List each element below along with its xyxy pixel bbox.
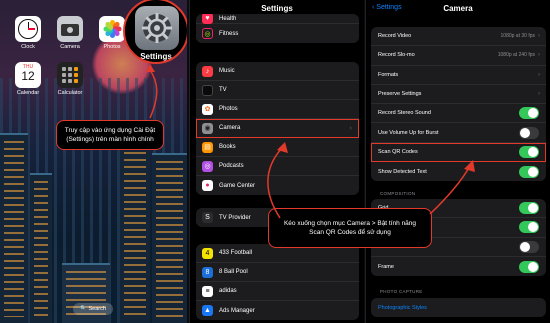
podcasts-icon: ◎ xyxy=(202,160,213,172)
photo-capture-group: Photographic Styles xyxy=(371,298,546,318)
camera-settings-group: Record Video 1080p at 30 fps › Record Sl… xyxy=(371,27,546,182)
settings-group-media: ♪ Music TV ✿ Photos ◉ Camera › ▤ Books ◎… xyxy=(196,62,359,195)
row-label: Scan QR Codes xyxy=(378,148,418,155)
settings-row-adidas[interactable]: ≡ adidas xyxy=(196,282,359,301)
composition-toggle[interactable] xyxy=(519,221,539,234)
ads-manager-icon: ▲ xyxy=(202,305,213,316)
row-label: Record Stereo Sound xyxy=(378,110,431,117)
settings-row-camera[interactable]: ◉ Camera › xyxy=(196,119,359,138)
page-title: Settings xyxy=(261,4,293,13)
section-header-composition: COMPOSITION xyxy=(380,191,416,196)
row-record-slomo[interactable]: Record Slo-mo 1080p at 240 fps › xyxy=(371,46,546,66)
row-value: 1080p at 30 fps xyxy=(500,33,535,40)
settings-row-music[interactable]: ♪ Music xyxy=(196,62,359,81)
chevron-right-icon: › xyxy=(349,124,352,132)
row-label: Camera xyxy=(219,125,241,131)
settings-row-fitness[interactable]: ◎ Fitness xyxy=(196,24,359,43)
row-label: Use Volume Up for Burst xyxy=(378,129,439,136)
camera-settings-screen: ‹ Settings Camera Record Video 1080p at … xyxy=(365,0,550,323)
row-label: Music xyxy=(219,68,235,74)
health-icon: ♥ xyxy=(202,14,213,24)
row-label: Fitness xyxy=(219,30,239,37)
chevron-right-icon: › xyxy=(538,52,540,59)
row-formats[interactable]: Formats › xyxy=(371,66,546,85)
row-volume-burst: Use Volume Up for Burst xyxy=(371,123,546,143)
volume-burst-toggle[interactable] xyxy=(519,126,539,139)
settings-row-tv[interactable]: TV xyxy=(196,81,359,100)
tv-icon xyxy=(202,84,213,96)
row-record-stereo-sound: Record Stereo Sound xyxy=(371,104,546,124)
row-label: Record Slo-mo xyxy=(378,52,415,59)
game-center-icon: ● xyxy=(202,180,213,191)
row-label: Health xyxy=(219,15,237,22)
chevron-right-icon: › xyxy=(538,71,540,78)
detected-text-toggle[interactable] xyxy=(519,165,539,178)
stereo-sound-toggle[interactable] xyxy=(519,107,539,120)
arrow-step1 xyxy=(146,64,158,119)
adidas-icon: ≡ xyxy=(202,285,213,297)
settings-row-health[interactable]: ♥ Health xyxy=(196,14,359,24)
search-pill[interactable]: 🔍 Search xyxy=(73,303,113,315)
chevron-right-icon: › xyxy=(538,91,540,98)
row-label: Frame xyxy=(378,263,394,270)
settings-row-books[interactable]: ▤ Books xyxy=(196,138,359,157)
tv-provider-icon: S xyxy=(202,212,213,223)
settings-row-photos[interactable]: ✿ Photos xyxy=(196,100,359,119)
settings-row-game-center[interactable]: ● Game Center xyxy=(196,176,359,195)
row-record-video[interactable]: Record Video 1080p at 30 fps › xyxy=(371,27,546,47)
scan-qr-toggle[interactable] xyxy=(519,145,539,158)
page-title: Camera xyxy=(443,4,473,13)
photos-icon: ✿ xyxy=(202,103,213,115)
row-label: 433 Football xyxy=(219,250,253,256)
row-label: Record Video xyxy=(378,33,412,40)
settings-row-podcasts[interactable]: ◎ Podcasts xyxy=(196,157,359,176)
home-screen: Clock Camera Photos THU 12 Calendar Calc… xyxy=(0,0,187,323)
row-label: Ads Manager xyxy=(219,307,255,314)
settings-screen: Settings ♥ Health ◎ Fitness ♪ Music TV ✿… xyxy=(189,0,364,323)
composition-camera-toggle[interactable] xyxy=(519,240,539,253)
8-ball-pool-icon: 8 xyxy=(202,266,213,278)
row-value: 1080p at 240 fps xyxy=(497,52,535,59)
row-label: Formats xyxy=(378,71,399,78)
row-composition-frame: Frame xyxy=(371,257,546,276)
settings-group-apps: 4 433 Football 8 8 Ball Pool ≡ adidas ▲ … xyxy=(196,244,359,320)
row-label: Books xyxy=(219,144,236,150)
row-label: adidas xyxy=(219,288,237,294)
row-show-detected-text: Show Detected Text xyxy=(371,162,546,181)
instruction-callout-step2: Kéo xuống chọn mục Camera > Bật tính năn… xyxy=(268,208,432,248)
chevron-right-icon: › xyxy=(538,33,540,40)
row-photographic-styles[interactable]: Photographic Styles xyxy=(371,298,546,317)
music-icon: ♪ xyxy=(202,65,213,77)
row-label: Podcasts xyxy=(219,163,244,169)
books-icon: ▤ xyxy=(202,141,213,153)
settings-row-ads-manager[interactable]: ▲ Ads Manager xyxy=(196,301,359,320)
row-label: Photographic Styles xyxy=(378,304,427,311)
row-label: Photos xyxy=(219,106,238,112)
row-label: TV xyxy=(219,87,227,93)
row-label: Game Center xyxy=(219,182,256,189)
row-label: Preserve Settings xyxy=(378,91,422,98)
section-header-photo-capture: PHOTO CAPTURE xyxy=(380,289,423,294)
row-label: 8 Ball Pool xyxy=(219,269,248,275)
grid-toggle[interactable] xyxy=(519,202,539,215)
row-preserve-settings[interactable]: Preserve Settings › xyxy=(371,85,546,105)
frame-toggle[interactable] xyxy=(519,260,539,273)
row-scan-qr-codes: Scan QR Codes xyxy=(371,143,546,163)
camera-icon: ◉ xyxy=(202,122,213,134)
settings-group-health: ♥ Health ◎ Fitness xyxy=(196,14,359,43)
fitness-icon: ◎ xyxy=(202,28,213,39)
settings-row-8-ball-pool[interactable]: 8 8 Ball Pool xyxy=(196,263,359,282)
row-label: Show Detected Text xyxy=(378,168,427,175)
433-football-icon: 4 xyxy=(202,247,213,259)
